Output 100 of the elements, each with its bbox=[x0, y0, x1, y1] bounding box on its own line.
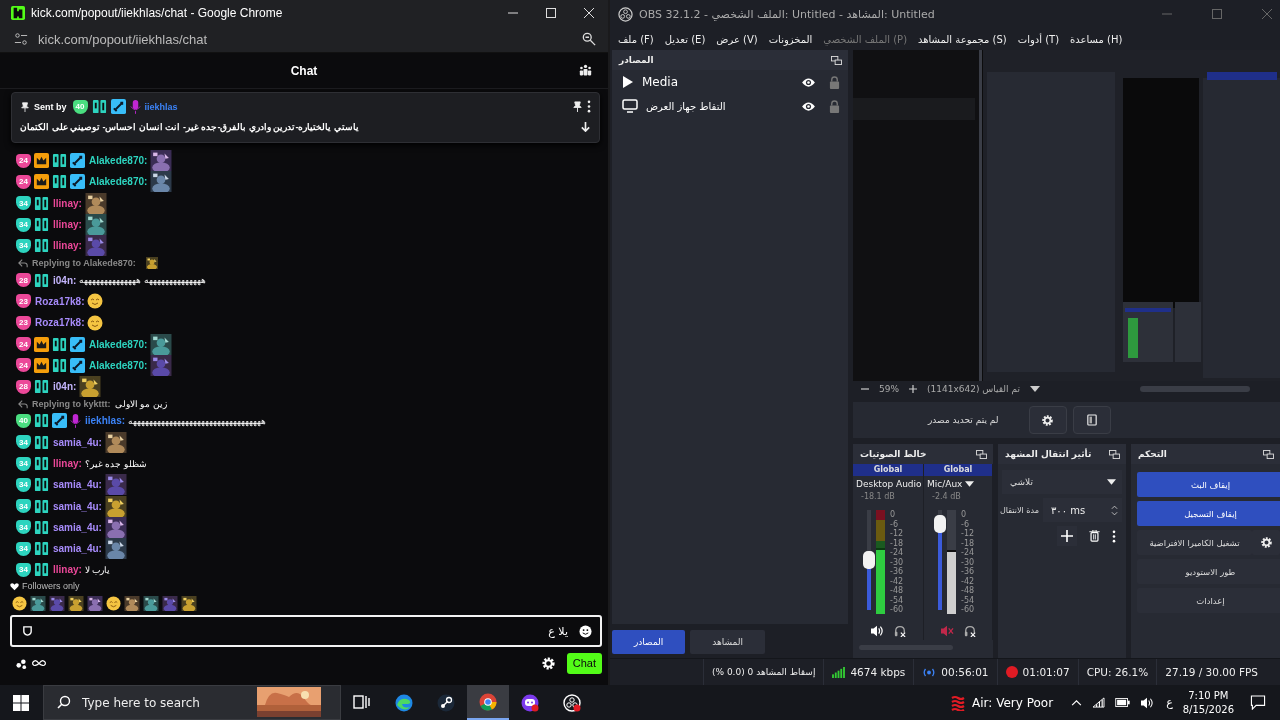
menu-item[interactable]: ملف (F) bbox=[618, 33, 654, 45]
dock-tab[interactable]: المشاهد bbox=[690, 630, 766, 654]
more-icon[interactable] bbox=[1112, 529, 1116, 543]
og-icon bbox=[91, 99, 107, 114]
zoom-icon[interactable] bbox=[582, 32, 596, 46]
eye-icon[interactable] bbox=[801, 100, 816, 112]
send-button[interactable]: Chat bbox=[566, 652, 602, 674]
undock-icon[interactable] bbox=[831, 55, 842, 65]
weather-text[interactable]: Air: Very Poor bbox=[972, 695, 1054, 710]
username[interactable]: iiekhlas: bbox=[85, 415, 126, 427]
subscriber-badge: 34 bbox=[16, 499, 31, 514]
scale-label: -18 bbox=[961, 538, 975, 548]
channel-name[interactable]: Mic/Aux bbox=[927, 479, 963, 489]
more-icon[interactable] bbox=[587, 100, 591, 113]
lock-icon[interactable] bbox=[829, 99, 840, 113]
username[interactable]: samia_4u: bbox=[53, 521, 102, 533]
undock-icon[interactable] bbox=[1109, 449, 1120, 459]
scale-label: -42 bbox=[961, 576, 975, 586]
username[interactable]: i04n: bbox=[53, 274, 77, 286]
duration-field[interactable]: ٣٠٠ ms bbox=[1042, 498, 1122, 522]
menu-item[interactable]: عرض (V) bbox=[716, 33, 758, 45]
menu-item[interactable]: تعديل (E) bbox=[664, 33, 706, 45]
trash-icon[interactable] bbox=[1089, 530, 1100, 542]
arrow-down-icon[interactable] bbox=[580, 121, 591, 132]
properties-button[interactable] bbox=[1028, 406, 1067, 434]
wifi-icon[interactable] bbox=[1092, 697, 1106, 708]
username[interactable]: Roza17k8: bbox=[35, 317, 85, 329]
volume-icon[interactable] bbox=[1140, 696, 1155, 709]
plus-icon[interactable] bbox=[909, 385, 917, 393]
users-icon[interactable] bbox=[579, 64, 592, 77]
username[interactable]: i04n: bbox=[53, 381, 77, 393]
settings-icon[interactable] bbox=[540, 655, 556, 671]
caret-icon[interactable] bbox=[1029, 386, 1040, 392]
headphone-icon[interactable] bbox=[894, 625, 906, 637]
control-button[interactable]: إعدادات bbox=[1137, 588, 1280, 613]
lock-icon[interactable] bbox=[829, 75, 840, 89]
nodes-icon[interactable] bbox=[16, 657, 27, 669]
scale-label: -36 bbox=[890, 567, 904, 576]
username[interactable]: llinay: bbox=[53, 564, 82, 576]
taskbar-app-button[interactable] bbox=[467, 685, 509, 720]
muted-speaker-icon[interactable] bbox=[940, 625, 954, 637]
username[interactable]: samia_4u: bbox=[53, 500, 102, 512]
broadcast-icon bbox=[922, 666, 937, 678]
infinity-icon[interactable] bbox=[32, 658, 46, 668]
username[interactable]: llinay: bbox=[53, 240, 82, 252]
add-button[interactable] bbox=[1057, 526, 1077, 546]
unpin-icon[interactable] bbox=[572, 101, 583, 112]
battery-icon[interactable] bbox=[1115, 698, 1131, 707]
address-bar[interactable]: kick.com/popout/iiekhlas/chat bbox=[38, 31, 208, 47]
username[interactable]: Alakede870: bbox=[89, 176, 148, 188]
source-item[interactable]: التقاط جهاز العرض bbox=[612, 94, 848, 118]
speaker-icon[interactable] bbox=[870, 625, 884, 637]
reply-arrow-icon bbox=[18, 398, 28, 409]
menu-item[interactable]: مجموعة المشاهد (S) bbox=[918, 33, 1007, 45]
menu-item[interactable]: مساعدة (H) bbox=[1070, 33, 1123, 45]
scale-label: -48 bbox=[961, 586, 975, 595]
control-button[interactable]: إيقاف البث bbox=[1137, 472, 1280, 497]
emoji-picker-icon[interactable] bbox=[579, 625, 592, 638]
control-button[interactable]: تشغيل الكاميرا الافتراضية bbox=[1137, 530, 1252, 555]
undock-icon[interactable] bbox=[976, 449, 987, 459]
settings-button[interactable] bbox=[1252, 530, 1280, 555]
windows-logo-icon[interactable] bbox=[13, 694, 29, 711]
message-input[interactable]: يلا ع bbox=[10, 615, 602, 647]
scale-label: -60 bbox=[890, 605, 904, 614]
scrollbar[interactable] bbox=[1139, 386, 1250, 392]
clock[interactable]: 7:10 PM 8/15/2026 bbox=[1182, 688, 1234, 717]
minus-icon[interactable] bbox=[861, 385, 869, 393]
control-button[interactable]: طور الاستوديو bbox=[1137, 559, 1280, 584]
username[interactable]: Alakede870: bbox=[89, 155, 148, 167]
username[interactable]: Roza17k8: bbox=[35, 295, 85, 307]
menu-item[interactable]: أدوات (T) bbox=[1017, 33, 1060, 45]
scale-label: -24 bbox=[890, 548, 904, 557]
source-item[interactable]: Media bbox=[612, 70, 848, 94]
headphone-icon[interactable] bbox=[964, 625, 976, 637]
username[interactable]: llinay: bbox=[53, 219, 82, 231]
username[interactable]: Alakede870: bbox=[89, 338, 148, 350]
caret-icon[interactable] bbox=[965, 481, 975, 487]
username[interactable]: samia_4u: bbox=[53, 543, 102, 555]
channel-name[interactable]: Desktop Audio bbox=[856, 479, 922, 489]
username[interactable]: Alakede870: bbox=[89, 359, 148, 371]
notification-icon[interactable] bbox=[1250, 695, 1266, 710]
play-icon bbox=[622, 75, 634, 89]
filters-button[interactable] bbox=[1072, 406, 1111, 434]
message-text: هههههههههههههههههههههههههههههههههه bbox=[128, 415, 267, 426]
reply-arrow-icon bbox=[18, 258, 28, 268]
username[interactable]: llinay: bbox=[53, 458, 82, 469]
undock-icon[interactable] bbox=[1263, 449, 1274, 459]
subscriber-badge: 28 bbox=[16, 273, 31, 288]
language-indicator[interactable]: ع bbox=[1166, 696, 1173, 709]
transition-dropdown[interactable]: تلاشي bbox=[1002, 470, 1122, 494]
smiley-icon bbox=[87, 314, 104, 331]
username[interactable]: llinay: bbox=[53, 197, 82, 209]
username[interactable]: samia_4u: bbox=[53, 436, 102, 448]
eye-icon[interactable] bbox=[801, 76, 816, 88]
menu-item[interactable]: المخزونات bbox=[768, 33, 813, 45]
control-button[interactable]: إيقاف التسجيل bbox=[1137, 501, 1280, 526]
site-settings-icon[interactable] bbox=[14, 32, 28, 46]
dock-tab[interactable]: المصادر bbox=[612, 630, 686, 654]
username[interactable]: samia_4u: bbox=[53, 479, 102, 491]
chevron-up-icon[interactable] bbox=[1071, 699, 1083, 706]
